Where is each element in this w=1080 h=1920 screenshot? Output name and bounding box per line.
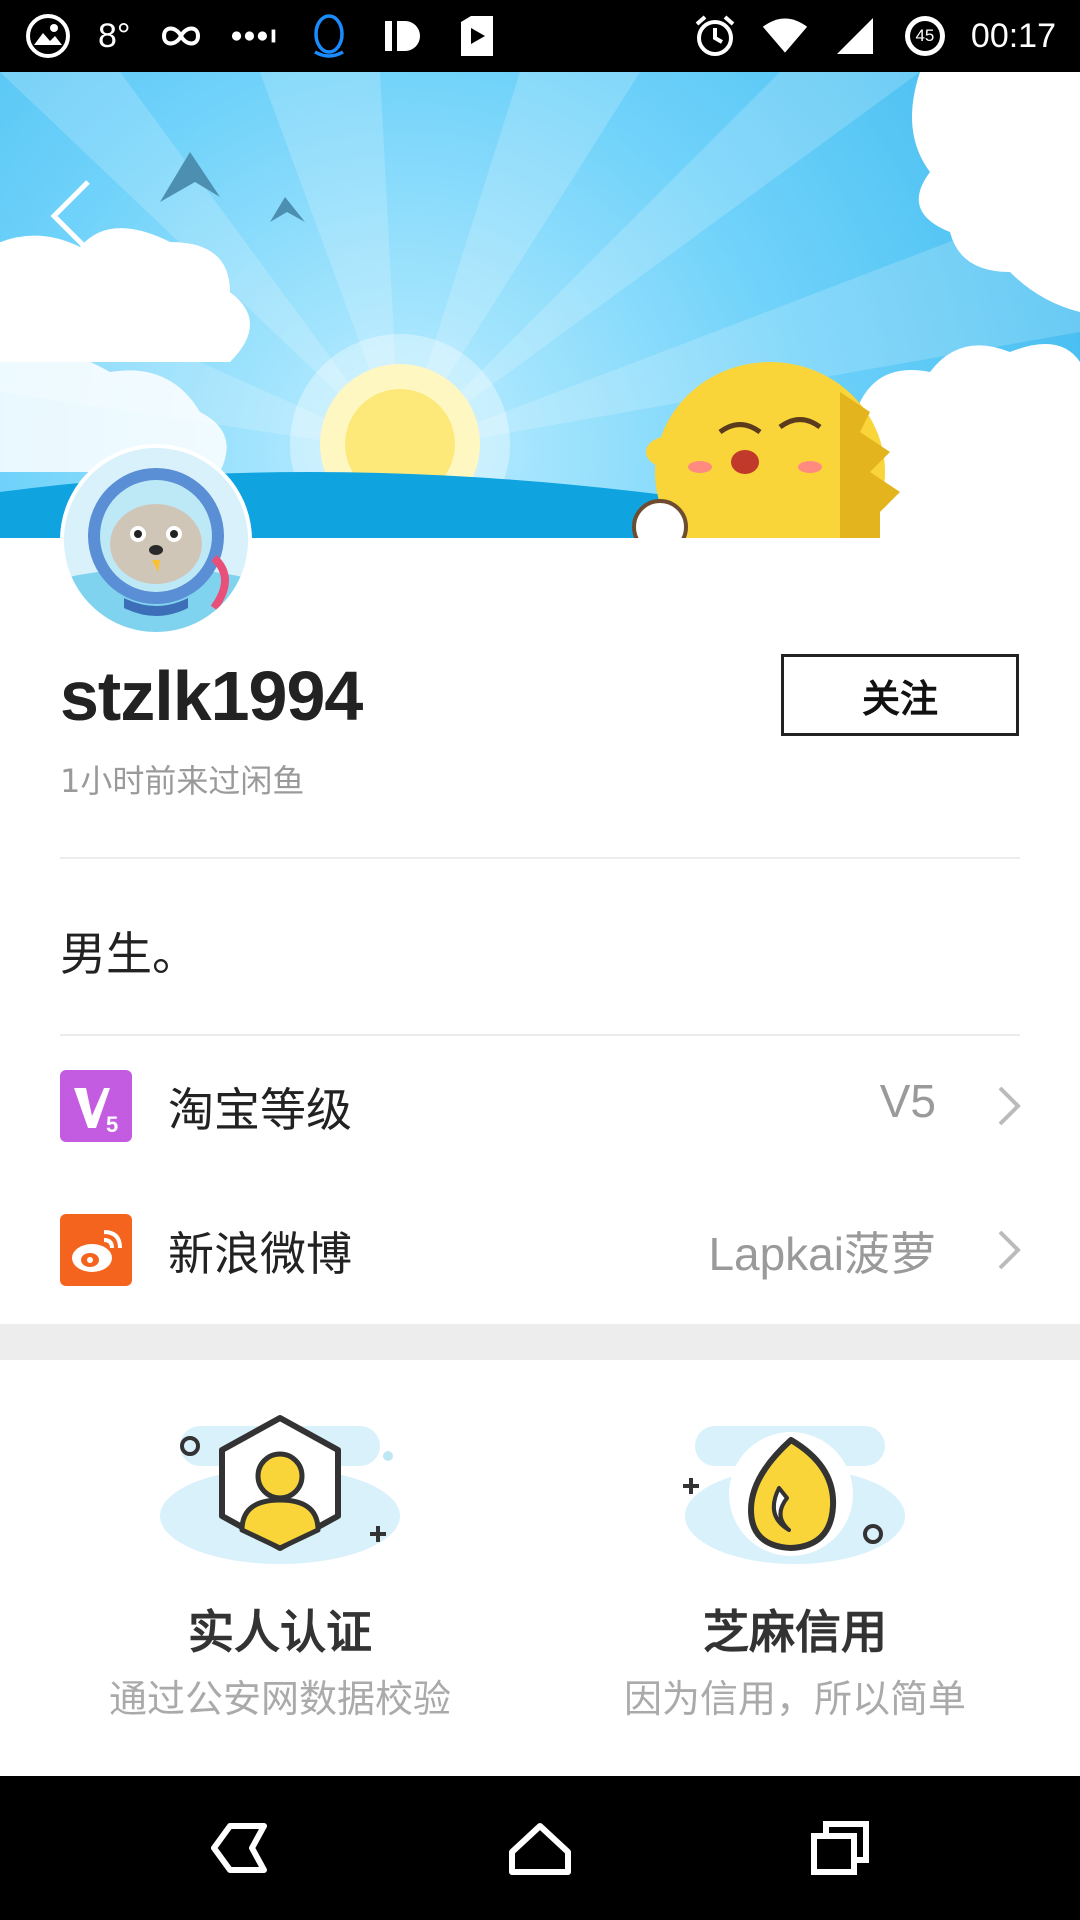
more-dots-icon	[231, 12, 279, 60]
signal-icon	[831, 12, 879, 60]
row-label: 淘宝等级	[168, 1083, 352, 1137]
temperature-text: 8°	[98, 16, 131, 55]
nav-back-icon[interactable]	[204, 1812, 276, 1884]
infinity-icon	[157, 12, 205, 60]
card-subtitle: 因为信用，所以简单	[623, 1677, 966, 1721]
clock-text: 00:17	[970, 16, 1056, 55]
divider	[60, 857, 1020, 859]
card-real-person-verify[interactable]: 实人认证 通过公安网数据校验	[10, 1396, 550, 1726]
chevron-right-icon	[998, 1086, 1021, 1126]
card-sesame-credit[interactable]: 芝麻信用 因为信用，所以简单	[525, 1396, 1065, 1726]
qq-penguin-icon	[305, 12, 353, 60]
system-nav-bar	[0, 1776, 1080, 1920]
nav-recents-icon[interactable]	[804, 1812, 876, 1884]
card-title: 实人认证	[188, 1605, 372, 1659]
v5-level-icon: 5	[60, 1070, 132, 1142]
battery-icon: 45	[901, 12, 949, 60]
status-bar: 8° 45 00:17	[0, 0, 1080, 72]
sesame-credit-icon	[683, 1426, 905, 1564]
battery-level-text: 45	[915, 26, 935, 45]
last-seen-text: 1小时前来过闲鱼	[60, 762, 305, 800]
avatar[interactable]	[60, 444, 252, 636]
row-label: 新浪微博	[168, 1227, 352, 1281]
nav-home-icon[interactable]	[504, 1812, 576, 1884]
id-icon	[379, 12, 427, 60]
weibo-icon	[60, 1214, 132, 1286]
more-options-icon[interactable]	[970, 182, 1040, 252]
follow-button[interactable]: 关注	[781, 654, 1019, 736]
row-taobao-level[interactable]: 5 淘宝等级 V5	[0, 1040, 1080, 1160]
card-subtitle: 通过公安网数据校验	[108, 1677, 451, 1721]
divider	[60, 1034, 1020, 1036]
real-person-verify-icon	[160, 1415, 400, 1564]
username: stzlk1994	[60, 657, 363, 735]
row-value: Lapkai菠萝	[708, 1228, 936, 1280]
card-title: 芝麻信用	[703, 1605, 887, 1659]
row-value: V5	[879, 1075, 936, 1127]
svg-text:5: 5	[106, 1112, 118, 1137]
bio-text: 男生。	[60, 927, 198, 981]
back-arrow-icon[interactable]	[40, 172, 104, 260]
gallery-icon	[24, 12, 72, 60]
play-store-icon	[453, 12, 501, 60]
wifi-icon	[761, 12, 809, 60]
section-separator	[0, 1324, 1080, 1360]
row-sina-weibo[interactable]: 新浪微博 Lapkai菠萝	[0, 1184, 1080, 1304]
alarm-icon	[691, 12, 739, 60]
chevron-right-icon	[998, 1230, 1021, 1270]
